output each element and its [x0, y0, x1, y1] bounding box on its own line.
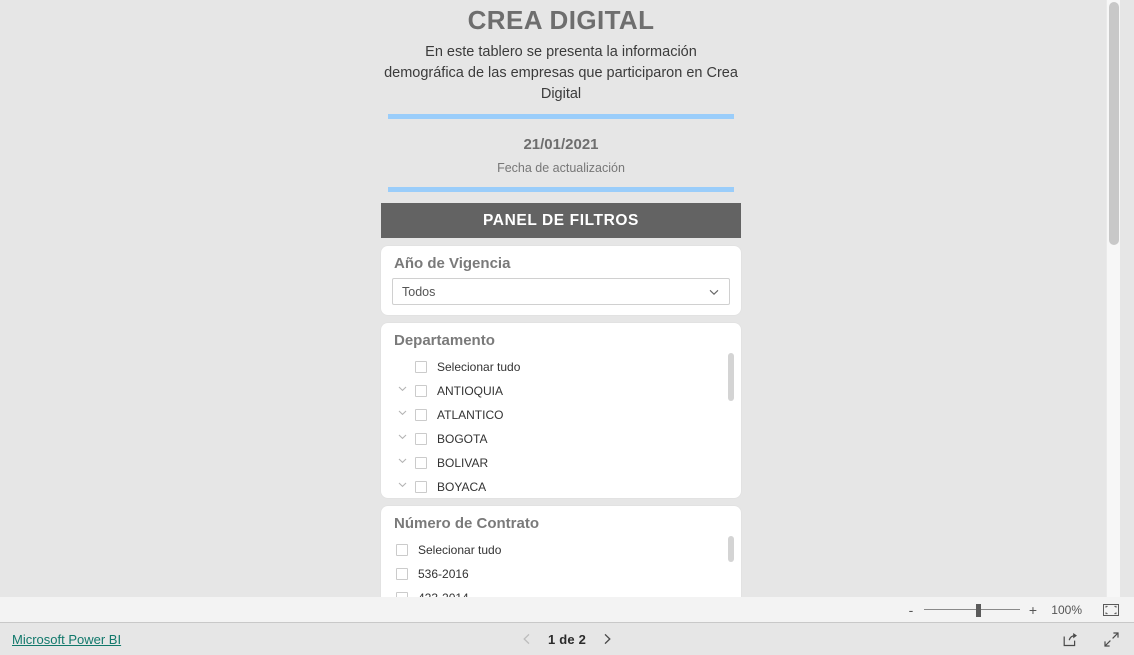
- list-item[interactable]: BOGOTA: [392, 427, 730, 451]
- status-bar: - + 100%: [0, 597, 1134, 623]
- slicer-title-numero-contrato: Número de Contrato: [394, 515, 540, 532]
- slicer-title-ano-vigencia: Año de Vigencia: [394, 255, 511, 272]
- divider-top: [388, 114, 734, 119]
- ano-vigencia-dropdown[interactable]: Todos: [392, 278, 730, 305]
- footer-bar: Microsoft Power BI 1 de 2: [0, 623, 1134, 655]
- zoom-slider[interactable]: [924, 603, 1020, 617]
- chevron-down-icon: [707, 285, 721, 299]
- list-item-label: BOGOTA: [437, 432, 488, 446]
- departamento-select-all-label: Selecionar tudo: [437, 360, 521, 374]
- zoom-in-button[interactable]: +: [1028, 603, 1038, 617]
- list-item[interactable]: BOLIVAR: [392, 451, 730, 475]
- chevron-left-icon[interactable]: [520, 632, 534, 646]
- departamento-scrollbar[interactable]: [728, 353, 734, 490]
- list-item-label: ATLANTICO: [437, 408, 504, 422]
- contrato-scrollbar-thumb[interactable]: [728, 536, 734, 562]
- departamento-option-list[interactable]: Selecionar tudo ANTIOQUIA ATLANTICO BOGO…: [392, 355, 730, 498]
- share-icon[interactable]: [1062, 631, 1079, 648]
- departamento-select-all-row[interactable]: Selecionar tudo: [392, 355, 730, 379]
- filter-panel-header: PANEL DE FILTROS: [381, 203, 741, 238]
- chevron-right-icon[interactable]: [600, 632, 614, 646]
- refresh-date-label: Fecha de actualización: [497, 161, 625, 175]
- checkbox-departamento[interactable]: [415, 481, 427, 493]
- departamento-scrollbar-thumb[interactable]: [728, 353, 734, 401]
- list-item[interactable]: 423-2014: [392, 586, 730, 597]
- footer-actions: [1062, 631, 1120, 648]
- filter-panel-header-label: PANEL DE FILTROS: [483, 211, 639, 229]
- fit-to-page-icon[interactable]: [1090, 603, 1120, 617]
- fullscreen-icon[interactable]: [1103, 631, 1120, 648]
- page-navigator: 1 de 2: [487, 632, 647, 647]
- contrato-select-all-label: Selecionar tudo: [418, 543, 502, 557]
- page-scrollbar[interactable]: [1106, 0, 1120, 597]
- chevron-down-icon[interactable]: [396, 454, 415, 472]
- chevron-down-icon[interactable]: [396, 382, 415, 400]
- list-item-label: BOYACA: [437, 480, 487, 494]
- checkbox-departamento[interactable]: [415, 385, 427, 397]
- report-page: CREA DIGITAL En este tablero se presenta…: [381, 0, 741, 597]
- checkbox-departamento[interactable]: [415, 457, 427, 469]
- slicer-title-departamento: Departamento: [394, 332, 495, 349]
- chevron-down-icon[interactable]: [396, 430, 415, 448]
- checkbox-departamento[interactable]: [415, 409, 427, 421]
- powerbi-report-viewer: CREA DIGITAL En este tablero se presenta…: [0, 0, 1134, 655]
- slicer-card-numero-contrato: Número de Contrato Selecionar tudo 536-2…: [381, 506, 741, 597]
- checkbox-select-all[interactable]: [415, 361, 427, 373]
- microsoft-power-bi-link[interactable]: Microsoft Power BI: [12, 632, 121, 647]
- ano-vigencia-selected-value: Todos: [402, 284, 436, 299]
- checkbox-select-all[interactable]: [396, 544, 408, 556]
- zoom-slider-knob[interactable]: [976, 603, 981, 617]
- report-canvas: CREA DIGITAL En este tablero se presenta…: [0, 0, 1120, 597]
- checkbox-contrato[interactable]: [396, 568, 408, 580]
- list-item[interactable]: ANTIOQUIA: [392, 379, 730, 403]
- contrato-option-list[interactable]: Selecionar tudo 536-2016 423-2014: [392, 538, 730, 597]
- zoom-slider-rail: [924, 609, 1020, 610]
- page-title: CREA DIGITAL: [467, 5, 655, 35]
- contrato-scrollbar[interactable]: [728, 536, 734, 597]
- page-indicator: 1 de 2: [547, 631, 587, 647]
- zoom-out-button[interactable]: -: [906, 603, 916, 617]
- checkbox-departamento[interactable]: [415, 433, 427, 445]
- slicer-card-ano-vigencia: Año de Vigencia Todos: [381, 246, 741, 315]
- page-subtitle: En este tablero se presenta la informaci…: [384, 44, 738, 102]
- slicer-card-departamento: Departamento Selecionar tudo ANTIOQUIA A…: [381, 323, 741, 498]
- refresh-date-value: 21/01/2021: [523, 136, 599, 153]
- page-scrollbar-thumb[interactable]: [1109, 2, 1119, 245]
- list-item-label: BOLIVAR: [437, 456, 489, 470]
- chevron-down-icon[interactable]: [396, 406, 415, 424]
- list-item-label: 536-2016: [418, 567, 469, 581]
- list-item[interactable]: ATLANTICO: [392, 403, 730, 427]
- chevron-down-icon[interactable]: [396, 478, 415, 496]
- list-item[interactable]: 536-2016: [392, 562, 730, 586]
- zoom-level-label: 100%: [1051, 602, 1082, 617]
- list-item-label: ANTIOQUIA: [437, 384, 504, 398]
- contrato-select-all-row[interactable]: Selecionar tudo: [392, 538, 730, 562]
- zoom-control[interactable]: - + 100%: [906, 603, 1120, 617]
- divider-bottom: [388, 187, 734, 192]
- list-item[interactable]: BOYACA: [392, 475, 730, 498]
